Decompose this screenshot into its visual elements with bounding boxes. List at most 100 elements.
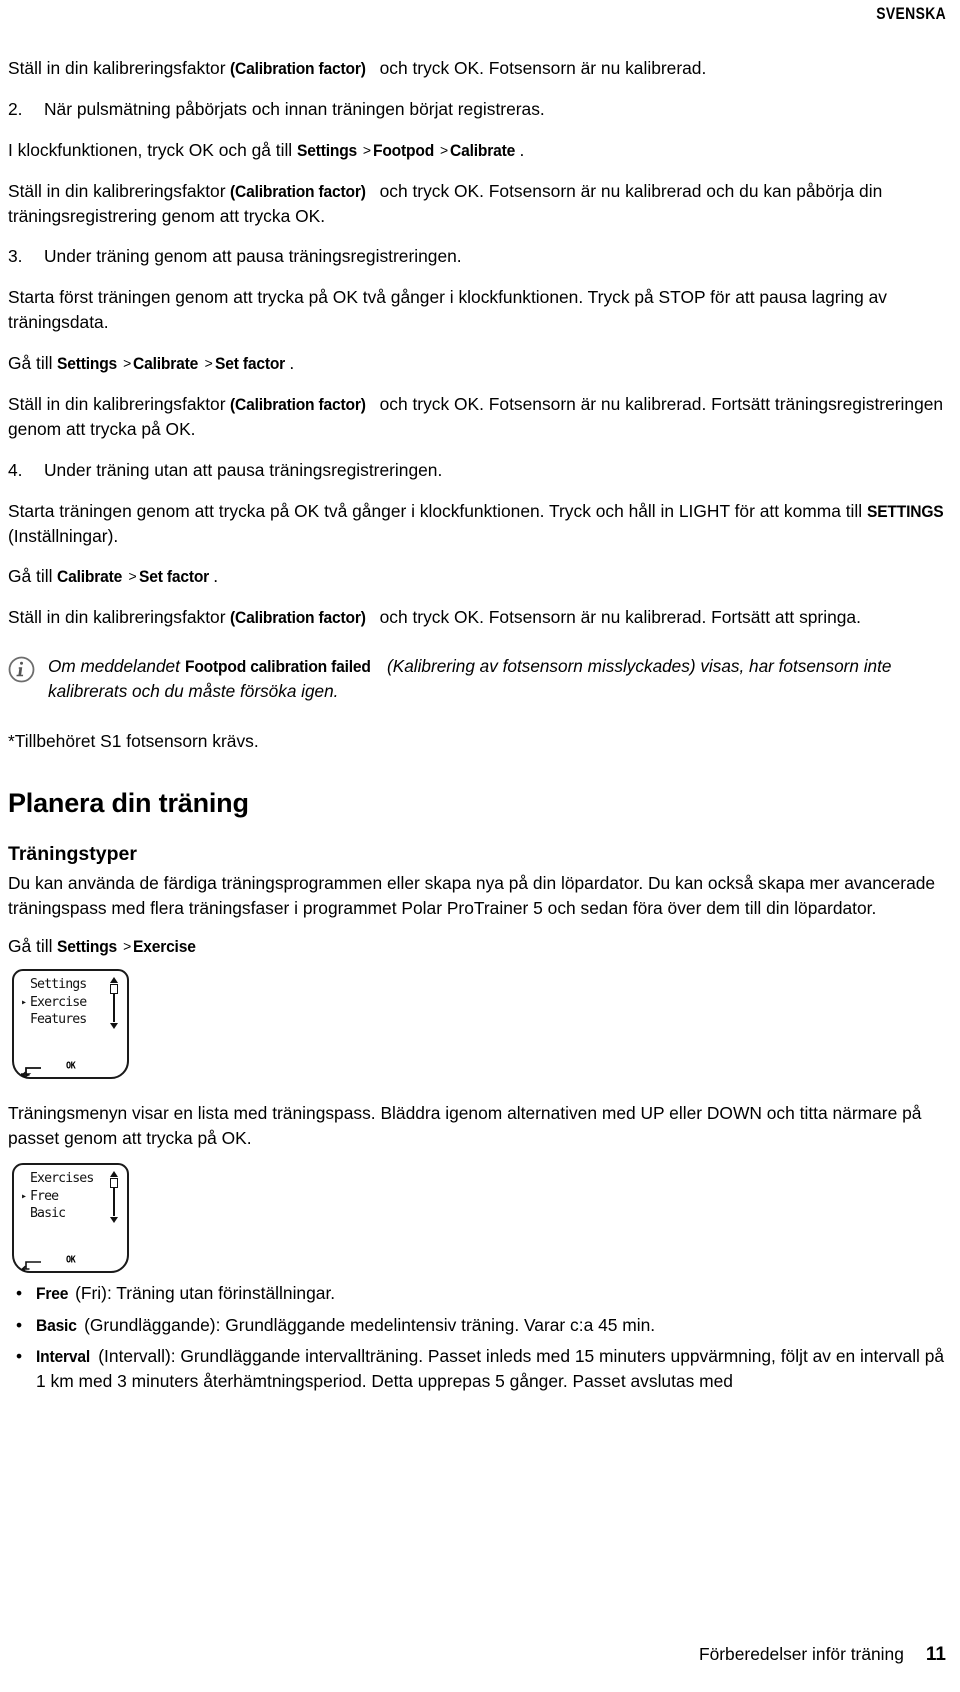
exercise-type-name: Free [36,1284,69,1304]
step-3: 3. Under träning genom att pausa träning… [8,244,952,269]
scrollbar-thumb [110,1178,119,1189]
step-3-mono-term: (Calibration factor) [230,395,367,415]
nav-item-settings: Settings [57,937,118,957]
exercise-types-list: • Free (Fri): Träning utan förinställnin… [8,1281,952,1394]
scroll-up-arrow-icon [110,1171,118,1178]
exercise-type-interval: Interval (Intervall): Grundläggande inte… [36,1344,952,1393]
nav-item-exercise: Exercise [133,937,197,957]
chevron-right-icon: > [123,938,132,955]
chevron-right-icon: > [440,141,449,158]
page-footer: Förberedelser inför träning 11 [0,1644,960,1666]
bullet-icon: • [16,1314,23,1335]
step-3-nav-path: Gå till Settings > Calibrate > Set factor. [8,351,952,376]
watch-1-menu-lines: Settings ▸ Exercise Features [21,976,120,1029]
step-4: 4. Under träning utan att pausa tränings… [8,458,952,483]
watch-2-scrollbar [109,1171,120,1224]
watch-2-line-1: ▸ Free [21,1188,120,1206]
list-item: • Free (Fri): Träning utan förinställnin… [8,1281,952,1306]
step-4-body-before: Ställ in din kalibreringsfaktor [8,607,231,628]
watch-1-line-0: Settings [21,976,120,994]
step-4-mono-term: (Calibration factor) [230,608,367,628]
nav-item-calibrate: Calibrate [450,140,516,160]
watch-1-scrollbar [109,977,120,1030]
step-3-nav-suffix: . [289,353,295,374]
scroll-down-arrow-icon [110,1217,118,1224]
page-number: 11 [925,1644,946,1665]
menu-description: Träningsmenyn visar en lista med träning… [8,1103,922,1149]
watch-2-label-0: Exercises [30,1171,94,1187]
watch-1-label-1: Exercise [30,994,87,1010]
exercise-type-free: Free (Fri): Träning utan förinställninga… [36,1281,952,1306]
watch-1-line-1: ▸ Exercise [21,994,120,1012]
info-note-text: Om meddelandet Footpod calibration faile… [48,654,952,703]
intro-mono-term: (Calibration factor) [230,59,367,78]
step-2-nav-suffix: . [519,139,525,160]
exercise-type-name: Interval [36,1347,90,1367]
list-item: • Interval (Intervall): Grundläggande in… [8,1344,952,1393]
watch-1-marker-1: ▸ [21,996,27,1008]
footer-section-title: Förberedelser inför träning [698,1644,904,1664]
step-4-nav-path: Gå till Calibrate > Set factor. [8,564,952,589]
watch-2-button-bar: OK [14,1252,127,1273]
step-2-title: När pulsmätning påbörjats och innan trän… [44,98,545,119]
step-3-title: Under träning genom att pausa träningsre… [44,246,462,267]
watch-1-label-2: Features [30,1012,87,1028]
step-3-number: 3. [8,246,23,267]
exercise-type-description: (Grundläggande): Grundläggande medelinte… [79,1314,656,1335]
back-arrow-icon [20,1254,43,1279]
step-3-nav-prefix: Gå till [8,353,58,374]
step-3-body-before: Ställ in din kalibreringsfaktor [8,394,231,415]
watch-1-ok-label: OK [66,1060,76,1073]
nav-item-settings: Settings [297,140,358,160]
step-4-body: Ställ in din kalibreringsfaktor (Calibra… [8,605,952,630]
step-2-number: 2. [8,98,23,119]
step-4-nav-suffix: . [213,566,219,587]
info-note: Om meddelandet Footpod calibration faile… [8,654,952,703]
watch-2-line-0: Exercises [21,1170,120,1188]
step-2-mono-term: (Calibration factor) [230,181,367,201]
step-3-lead: Starta först träningen genom att trycka … [8,287,888,333]
subheading-training-types: Träningstyper [8,842,137,865]
step-4-lead: Starta träningen genom att trycka på OK … [8,499,952,549]
page-header: SVENSKA [8,0,952,30]
watch-2-ok-label: OK [66,1254,76,1266]
bullet-icon: • [16,1346,23,1367]
watch-1-line-2: Features [21,1011,120,1029]
step-4-nav-prefix: Gå till [8,566,58,587]
step-4-number: 4. [8,459,23,480]
step-4-title: Under träning utan att pausa träningsreg… [44,459,443,480]
nav-item-set-factor: Set factor [138,567,209,587]
chevron-right-icon: > [123,355,132,372]
watch-2-marker-1: ▸ [21,1190,27,1202]
note-mono-term: Footpod calibration failed [184,657,371,677]
section-heading-planning: Planera din träning [8,788,249,819]
scroll-down-arrow-icon [110,1023,118,1030]
planning-nav-prefix: Gå till [8,936,58,957]
watch-2-label-1: Free [30,1188,59,1204]
watch-1-button-bar: OK [14,1058,127,1079]
footnote: *Tillbehöret S1 fotsensorn krävs. [8,731,259,752]
planning-paragraph: Du kan använda de färdiga träningsprogra… [8,872,936,918]
watch-display-settings-menu: Settings ▸ Exercise Features OK [12,969,129,1080]
document-page: SVENSKA Ställ in din kalibreringsfaktor … [0,0,960,1692]
step-4-lead-before: Starta träningen genom att trycka på OK … [8,500,867,521]
step-2-nav-prefix: I klockfunktionen, tryck OK och gå till [8,139,298,160]
step-2-nav-path: I klockfunktionen, tryck OK och gå till … [8,138,952,163]
chevron-right-icon: > [362,141,372,158]
watch-2-line-2: Basic [21,1205,120,1223]
language-label: SVENSKA [876,4,946,23]
watch-2-label-2: Basic [30,1206,66,1222]
exercise-type-basic: Basic (Grundläggande): Grundläggande med… [36,1313,952,1338]
intro-text-before: Ställ in din kalibreringsfaktor [8,58,231,78]
step-4-lead-after: (Inställningar). [8,525,119,546]
chevron-right-icon: > [204,355,213,372]
step-3-body: Ställ in din kalibreringsfaktor (Calibra… [8,392,952,442]
intro-text-after: och tryck OK. Fotsensorn är nu kalibrera… [374,58,707,78]
chevron-right-icon: > [128,568,137,585]
nav-item-calibrate: Calibrate [133,354,199,374]
nav-item-settings: Settings [57,354,118,374]
exercise-type-description: (Intervall): Grundläggande intervallträn… [36,1346,945,1392]
scrollbar-thumb [110,984,119,995]
nav-item-calibrate: Calibrate [57,567,123,587]
step-2-body-before: Ställ in din kalibreringsfaktor [8,180,231,201]
